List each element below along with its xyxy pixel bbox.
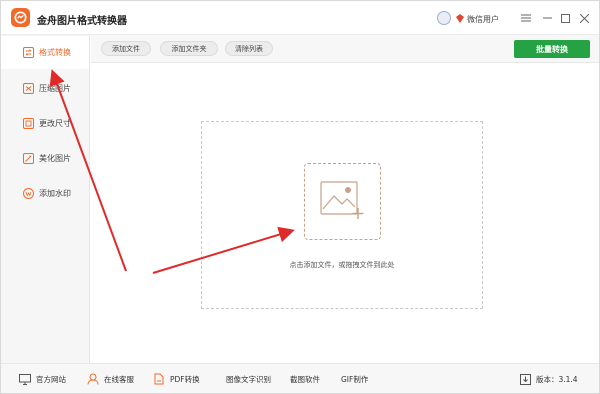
online-service-link[interactable]: 在线客服 — [87, 373, 134, 385]
add-image-icon — [320, 181, 364, 219]
batch-convert-button[interactable]: 批量转换 — [514, 40, 590, 58]
sidebar-item-beautify[interactable]: 美化图片 — [1, 142, 89, 175]
sidebar-item-label: 美化图片 — [39, 154, 71, 163]
official-site-label: 官方网站 — [36, 374, 66, 384]
customer-service-icon — [87, 373, 99, 385]
user-avatar[interactable] — [437, 11, 451, 25]
sidebar-item-label: 压缩图片 — [39, 84, 71, 93]
menu-icon[interactable] — [519, 11, 533, 25]
add-folder-button[interactable]: 添加文件夹 — [160, 41, 218, 56]
official-site-link[interactable]: 官方网站 — [19, 373, 66, 385]
close-icon[interactable] — [577, 11, 591, 25]
sidebar-item-compress[interactable]: 压缩图片 — [1, 72, 89, 105]
user-name[interactable]: 微信用户 — [467, 14, 499, 25]
online-service-label: 在线客服 — [104, 374, 134, 384]
maximize-icon[interactable] — [558, 11, 572, 25]
gif-maker-link[interactable]: GIF制作 — [341, 373, 368, 385]
toolbar: 添加文件 添加文件夹 清除列表 批量转换 — [91, 35, 599, 63]
sidebar-item-label: 添加水印 — [39, 189, 71, 198]
pdf-convert-label: PDF转换 — [170, 374, 200, 384]
add-image-button[interactable] — [304, 163, 381, 240]
watermark-icon — [23, 188, 34, 199]
version-info[interactable]: 版本：3.1.4 — [519, 373, 578, 385]
convert-icon — [23, 47, 34, 58]
screenshot-software-link[interactable]: 截图软件 — [290, 373, 320, 385]
vip-icon — [456, 14, 464, 23]
pdf-convert-link[interactable]: PDF转换 — [153, 373, 200, 385]
compress-icon — [23, 83, 34, 94]
sidebar-item-watermark[interactable]: 添加水印 — [1, 177, 89, 210]
sidebar-item-label: 格式转换 — [39, 48, 71, 57]
resize-icon — [23, 118, 34, 129]
update-icon — [519, 373, 531, 385]
monitor-icon — [19, 373, 31, 385]
clear-list-button[interactable]: 清除列表 — [225, 41, 273, 56]
app-window: 金舟图片格式转换器 微信用户 格式转换 压缩图片 更改尺寸 美化图片 添加水印 … — [0, 0, 600, 394]
drop-hint-text: 点击添加文件，或拖拽文件到此处 — [289, 261, 395, 269]
beautify-icon — [23, 153, 34, 164]
pdf-icon — [153, 373, 165, 385]
sidebar-item-label: 更改尺寸 — [39, 119, 71, 128]
sidebar-item-resize[interactable]: 更改尺寸 — [1, 107, 89, 140]
app-logo-icon — [11, 8, 30, 27]
title-bar: 金舟图片格式转换器 微信用户 — [1, 1, 599, 35]
sidebar-item-format-convert[interactable]: 格式转换 — [1, 36, 89, 69]
app-title: 金舟图片格式转换器 — [37, 16, 127, 27]
status-bar: 官方网站 在线客服 PDF转换 图像文字识别 截图软件 GIF制作 版本：3.1… — [1, 363, 599, 393]
version-label: 版本：3.1.4 — [536, 374, 578, 384]
ocr-link[interactable]: 图像文字识别 — [226, 373, 271, 385]
add-file-button[interactable]: 添加文件 — [101, 41, 151, 56]
minimize-icon[interactable] — [540, 11, 554, 25]
sidebar: 格式转换 压缩图片 更改尺寸 美化图片 添加水印 — [1, 35, 90, 363]
